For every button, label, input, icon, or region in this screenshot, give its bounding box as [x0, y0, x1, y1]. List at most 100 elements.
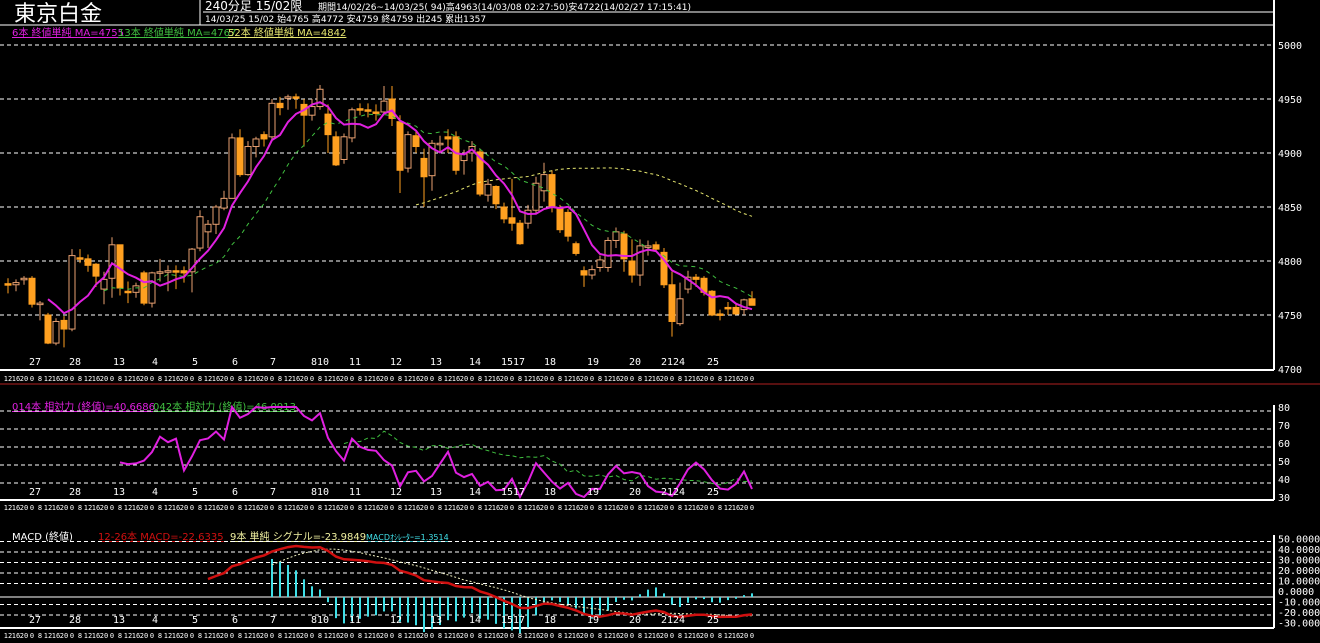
macd-tick-label: 0.0000 [1278, 587, 1314, 598]
time-label: 0 [150, 504, 154, 512]
time-label: 20 [660, 375, 668, 383]
candle [660, 248, 668, 288]
date-label: 11 [349, 615, 361, 626]
rsi-tick-label: 30 [1278, 493, 1290, 504]
candle-body-down [572, 243, 580, 254]
legend-ma13: 13本 終値単純 MA=4767 [118, 26, 236, 39]
time-label: 0 [630, 375, 634, 383]
candle [44, 312, 52, 345]
candle [404, 131, 412, 173]
time-label: 20 [260, 375, 268, 383]
candle [196, 210, 204, 252]
candle-body-down [236, 137, 244, 176]
time-label: 20 [100, 632, 108, 640]
candle [724, 302, 732, 315]
time-label: 20 [500, 632, 508, 640]
date-label: 4 [152, 357, 158, 368]
candle [356, 103, 364, 116]
time-label: 8 [718, 632, 722, 640]
candle-body-down [508, 217, 516, 224]
ma52-line [415, 167, 753, 217]
time-label: 8 [318, 632, 322, 640]
candle [228, 133, 236, 199]
time-label: 8 [198, 632, 202, 640]
time-label: 8 [78, 375, 82, 383]
candle-body-up [68, 255, 76, 330]
candle-body-down [516, 222, 524, 245]
candle-body-up [636, 245, 644, 276]
candle-body-down [668, 284, 676, 322]
time-label: 20 [220, 632, 228, 640]
time-label: 0 [590, 504, 594, 512]
candle-body-up [676, 298, 684, 325]
time-label: 20 [20, 632, 28, 640]
time-label: 0 [270, 632, 274, 640]
time-label: 8 [638, 504, 642, 512]
time-label: 0 [310, 632, 314, 640]
date-label: 25 [707, 357, 719, 368]
last-bar-summary: 14/03/25 15/02 始4765 高4772 安4759 終4759 出… [205, 13, 486, 25]
date-label: 19 [587, 487, 599, 498]
candle [372, 104, 380, 121]
time-label: 0 [470, 504, 474, 512]
time-label: 8 [238, 375, 242, 383]
candle-body-down [84, 258, 92, 266]
ma13-line [103, 113, 753, 298]
candle-body-down [724, 306, 732, 310]
date-label: 5 [192, 615, 198, 626]
candle [732, 304, 740, 315]
time-label: 20 [500, 504, 508, 512]
time-label: 20 [540, 375, 548, 383]
date-label: 28 [69, 357, 81, 368]
time-label: 8 [158, 375, 162, 383]
price-plot [4, 84, 756, 348]
time-label: 20 [700, 504, 708, 512]
time-label: 8 [478, 632, 482, 640]
time-label: 0 [630, 504, 634, 512]
candle [20, 276, 28, 285]
candle-body-down [92, 263, 100, 277]
time-label: 0 [430, 632, 434, 640]
candle [148, 271, 156, 308]
time-label: 0 [510, 632, 514, 640]
time-label: 8 [598, 632, 602, 640]
time-label: 8 [278, 632, 282, 640]
time-label: 8 [118, 375, 122, 383]
time-label: 20 [540, 632, 548, 640]
legend-ma52: 52本 終値単純 MA=4842 [228, 26, 346, 39]
date-label: 13 [113, 357, 125, 368]
time-label: 0 [750, 632, 754, 640]
time-label: 20 [700, 632, 708, 640]
period-summary: 期間14/02/26~14/03/25( 94)高4963(14/03/08 0… [318, 1, 691, 13]
header: 東京白金 240分足 15/02限 期間14/02/26~14/03/25( 9… [0, 0, 1274, 27]
candle-body-down [732, 306, 740, 315]
time-label: 8 [398, 375, 402, 383]
rsi-tick-label: 40 [1278, 475, 1290, 486]
candle-body-up [604, 239, 612, 268]
time-label: 0 [590, 375, 594, 383]
time-label: 0 [70, 375, 74, 383]
time-label: 8 [318, 375, 322, 383]
time-label: 20 [60, 504, 68, 512]
time-label: 0 [550, 504, 554, 512]
time-label: 8 [638, 375, 642, 383]
candle-body-up [380, 100, 388, 113]
time-label: 0 [750, 504, 754, 512]
time-label: 8 [358, 375, 362, 383]
time-label: 20 [300, 375, 308, 383]
macd-tick-label: -20.0000 [1278, 608, 1320, 619]
date-label: 1517 [501, 615, 525, 626]
time-label: 0 [230, 375, 234, 383]
date-label: 25 [707, 487, 719, 498]
time-label: 20 [580, 375, 588, 383]
time-label: 0 [190, 375, 194, 383]
date-label: 13 [113, 487, 125, 498]
candle-body-up [244, 146, 252, 176]
time-label: 20 [20, 504, 28, 512]
candle [316, 84, 324, 110]
date-label: 28 [69, 615, 81, 626]
date-label: 5 [192, 357, 198, 368]
time-label: 8 [38, 375, 42, 383]
candle-body-down [412, 135, 420, 148]
time-label: 0 [150, 375, 154, 383]
